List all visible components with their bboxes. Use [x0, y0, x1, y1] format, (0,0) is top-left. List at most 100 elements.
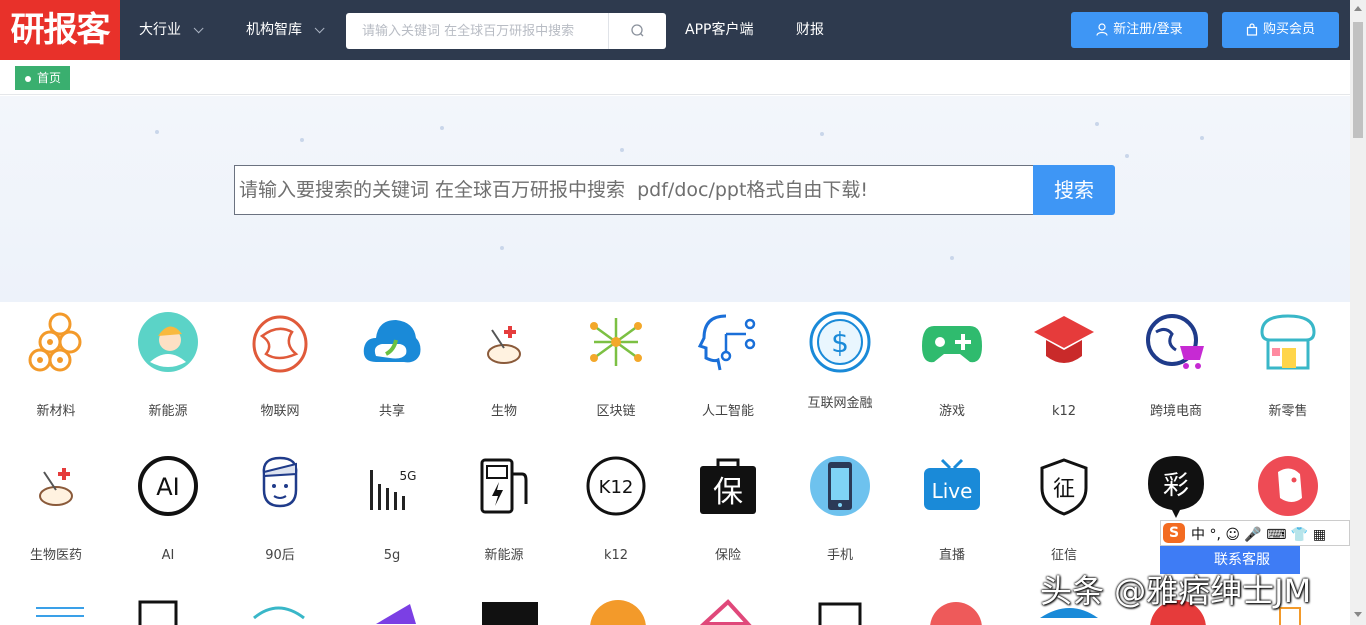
blockchain-icon	[590, 318, 642, 366]
category-label: 共享	[378, 404, 405, 419]
dog-icon	[1258, 456, 1318, 516]
category-iot[interactable]: 物联网	[224, 310, 336, 420]
buy-membership-label: 购买会员	[1262, 22, 1315, 37]
svg-text:K12: K12	[599, 477, 634, 498]
graduation-cap-icon	[1034, 316, 1094, 363]
main-search-input[interactable]	[235, 166, 1033, 214]
insurance-bag-icon: 保	[700, 458, 756, 514]
nav-app-client[interactable]: APP客户端	[685, 0, 753, 60]
category-post-90s[interactable]: 90后	[224, 454, 336, 564]
nav-institutions-label: 机构智库	[246, 22, 302, 38]
category-credit[interactable]: 征 征信	[1008, 454, 1120, 564]
nav-industry-label: 大行业	[139, 22, 181, 38]
mouse-lab-icon	[487, 326, 521, 364]
category-label: 生物	[490, 404, 517, 419]
category-insurance[interactable]: 保 保险	[672, 454, 784, 564]
category-label: k12	[603, 548, 629, 563]
globe-cart-icon	[1146, 314, 1204, 369]
site-logo[interactable]: 研报客	[0, 0, 120, 60]
category-label: 手机	[826, 548, 853, 563]
watermark: 头条 @雅痞绅士JM	[1040, 572, 1312, 610]
k12-circle-icon: K12	[586, 456, 646, 516]
ime-toolbar-text: 中 °, ☺ 🎤 ⌨ 👕 ▦	[1191, 527, 1327, 543]
search-icon	[631, 24, 644, 37]
category-label: k12	[1051, 404, 1077, 419]
category-5g[interactable]: 5G 5g	[336, 454, 448, 564]
main-search-button[interactable]: 搜索	[1033, 165, 1115, 215]
category-ai-2[interactable]: AI AI	[112, 454, 224, 564]
scroll-up-arrow-icon[interactable]	[1354, 6, 1362, 11]
phone-icon	[810, 456, 870, 516]
category-k12[interactable]: k12	[1008, 310, 1120, 420]
user-icon	[1096, 23, 1108, 36]
category-sharing[interactable]: 共享	[336, 310, 448, 420]
category-new-energy-2[interactable]: 新能源	[448, 454, 560, 564]
register-login-button[interactable]: 新注册/登录	[1071, 12, 1208, 48]
wood-logs-icon	[28, 312, 82, 372]
breadcrumb-home-tag[interactable]: 首页	[15, 66, 71, 90]
ime-toolbar[interactable]: S 中 °, ☺ 🎤 ⌨ 👕 ▦	[1160, 520, 1350, 546]
globe-net-icon	[252, 315, 308, 373]
category-label: 5g	[383, 548, 401, 563]
header-search-button[interactable]	[608, 13, 666, 49]
category-label: 新零售	[1268, 404, 1308, 419]
credit-shield-icon: 征	[1040, 458, 1088, 516]
header-search-input[interactable]	[346, 13, 608, 49]
nav-institutions[interactable]: 机构智库	[246, 0, 326, 60]
dot-icon	[25, 75, 31, 82]
scroll-thumb[interactable]	[1353, 22, 1363, 138]
ai-head-icon	[697, 314, 756, 371]
svg-text:保: 保	[713, 475, 743, 510]
svg-text:Live: Live	[932, 479, 973, 503]
category-label: 直播	[938, 548, 965, 563]
svg-text:征: 征	[1053, 477, 1075, 502]
worker-icon	[138, 312, 198, 372]
category-label: 生物医药	[29, 548, 82, 563]
shopping-bag-icon	[1246, 23, 1258, 36]
category-label: 保险	[714, 548, 741, 563]
nav-financial-report[interactable]: 财报	[796, 0, 824, 60]
svg-text:AI: AI	[156, 473, 180, 501]
5g-signal-icon: 5G	[370, 469, 417, 510]
category-new-retail[interactable]: 新零售	[1232, 310, 1344, 420]
main-search-field	[234, 165, 1034, 215]
store-icon	[1260, 314, 1316, 370]
scroll-down-arrow-icon[interactable]	[1354, 612, 1362, 617]
category-label: 物联网	[260, 404, 300, 419]
category-mobile[interactable]: 手机	[784, 454, 896, 564]
category-games[interactable]: 游戏	[896, 310, 1008, 420]
category-label: 90后	[265, 548, 295, 563]
category-live-streaming[interactable]: Live 直播	[896, 454, 1008, 564]
charging-station-icon	[480, 458, 528, 514]
sogou-ime-icon: S	[1163, 523, 1185, 543]
lottery-icon: 彩	[1148, 456, 1204, 518]
dollar-icon: $	[809, 311, 871, 373]
young-man-icon	[262, 456, 298, 508]
category-new-energy[interactable]: 新能源	[112, 310, 224, 420]
ai-circle-icon: AI	[138, 456, 198, 516]
category-cross-border-ecommerce[interactable]: 跨境电商	[1120, 310, 1232, 420]
cloud-icon	[363, 320, 421, 363]
category-label: 新能源	[484, 548, 524, 563]
breadcrumb-bar	[0, 60, 1350, 95]
nav-industry[interactable]: 大行业	[139, 0, 205, 60]
category-label: 区块链	[596, 404, 636, 419]
category-internet-finance[interactable]: $ 互联网金融	[784, 310, 896, 412]
category-blockchain[interactable]: 区块链	[560, 310, 672, 420]
svg-text:5G: 5G	[400, 469, 417, 483]
gamepad-icon	[922, 326, 982, 363]
category-label: 游戏	[938, 404, 965, 419]
category-ai[interactable]: 人工智能	[672, 310, 784, 420]
category-label: 人工智能	[701, 404, 754, 419]
mouse-lab-icon	[39, 468, 73, 506]
category-k12-2[interactable]: K12 k12	[560, 454, 672, 564]
header-search	[346, 13, 666, 49]
register-login-label: 新注册/登录	[1113, 22, 1183, 37]
category-biomedicine[interactable]: 生物医药	[0, 454, 112, 564]
category-label: 征信	[1050, 548, 1077, 563]
buy-membership-button[interactable]: 购买会员	[1222, 12, 1339, 48]
category-new-materials[interactable]: 新材料	[0, 310, 112, 420]
category-biology[interactable]: 生物	[448, 310, 560, 420]
svg-text:彩: 彩	[1163, 471, 1189, 501]
page-scrollbar[interactable]	[1350, 0, 1366, 625]
